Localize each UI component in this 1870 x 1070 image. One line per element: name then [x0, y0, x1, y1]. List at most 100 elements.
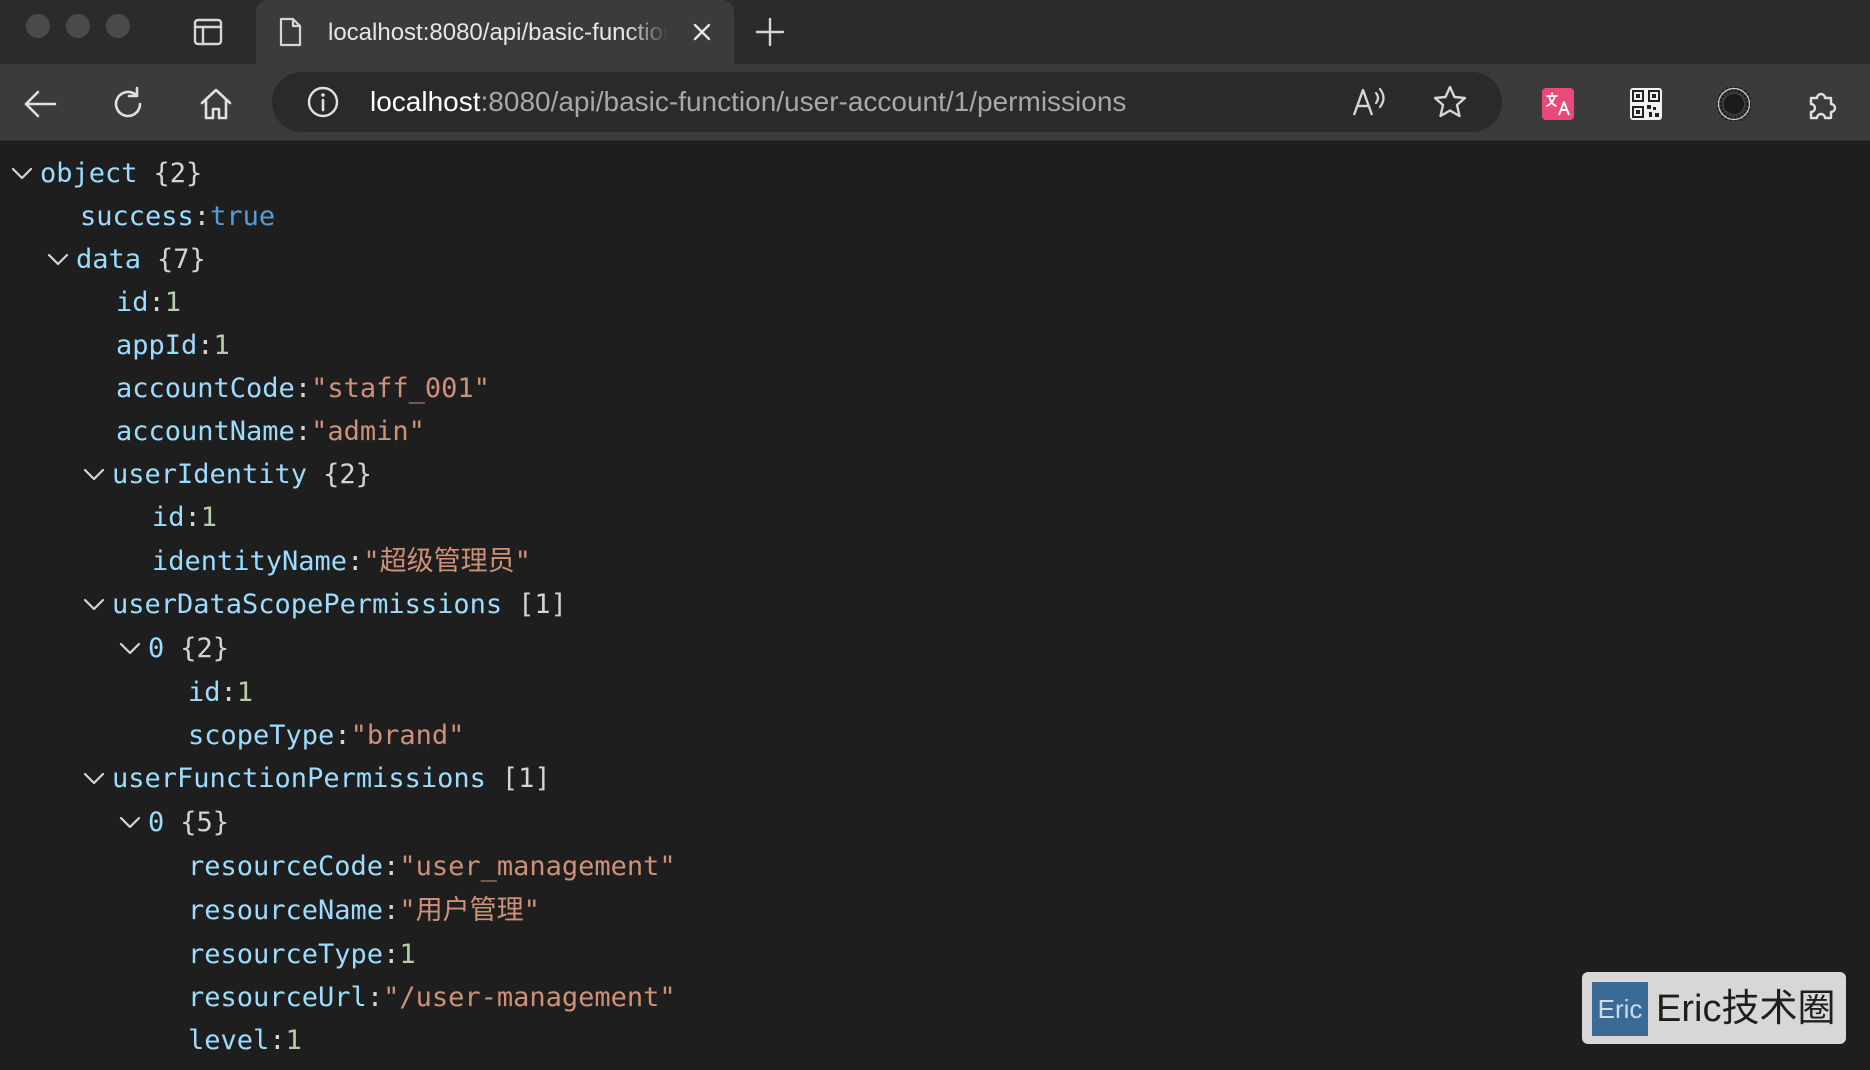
- json-value: "/user-management": [383, 982, 676, 1013]
- tab-title: localhost:8080/api/basic-function/user-a…: [328, 19, 668, 46]
- watermark: Eric Eric技术圈: [1582, 972, 1846, 1044]
- json-field-scope-id: id : 1: [0, 673, 253, 713]
- back-button[interactable]: [20, 84, 60, 124]
- qr-code-extension-button[interactable]: [1626, 84, 1666, 124]
- json-key: accountName: [116, 416, 295, 447]
- json-value: true: [210, 201, 276, 232]
- json-value: "admin": [311, 416, 425, 447]
- json-count: {2}: [323, 459, 372, 490]
- translate-icon: [1542, 88, 1574, 120]
- home-icon: [200, 88, 232, 120]
- json-key: level: [188, 1025, 270, 1056]
- json-count: {5}: [180, 807, 230, 838]
- active-tab[interactable]: localhost:8080/api/basic-function/user-a…: [256, 0, 734, 64]
- chevron-down-icon[interactable]: [76, 585, 112, 625]
- navigation-toolbar: localhost:8080/api/basic-function/user-a…: [0, 64, 1870, 141]
- json-field-scopetype: scopeType : "brand": [0, 716, 464, 756]
- json-key: success: [80, 201, 194, 232]
- minimize-window-button[interactable]: [66, 14, 90, 38]
- json-field-accountname: accountName : "admin": [0, 412, 425, 452]
- extensions-button[interactable]: [1802, 84, 1842, 124]
- json-value: 1: [236, 677, 254, 708]
- dark-mode-extension-button[interactable]: [1714, 84, 1754, 124]
- json-key: userIdentity: [112, 459, 308, 490]
- json-count: {2}: [153, 158, 203, 189]
- tab-actions-icon: [193, 18, 223, 46]
- json-key: resourceName: [188, 895, 384, 926]
- json-key: resourceType: [188, 939, 384, 970]
- json-key: id: [116, 287, 149, 318]
- json-count: [1]: [518, 589, 567, 620]
- json-key: userDataScopePermissions: [112, 589, 503, 620]
- translate-extension-button[interactable]: [1538, 84, 1578, 124]
- json-key: userFunctionPermissions: [112, 763, 486, 794]
- url-path: :8080/api/basic-function/user-account/1/…: [480, 86, 1127, 117]
- json-key: scopeType: [188, 720, 335, 751]
- browser-window: localhost:8080/api/basic-function/user-a…: [0, 0, 1870, 1070]
- json-key: resourceUrl: [188, 982, 367, 1013]
- chevron-down-icon[interactable]: [4, 154, 40, 194]
- chevron-down-icon[interactable]: [76, 455, 112, 495]
- json-value: 1: [213, 330, 230, 361]
- json-key: id: [152, 502, 185, 533]
- json-node-root[interactable]: object {2}: [0, 154, 202, 194]
- url-text[interactable]: localhost:8080/api/basic-function/user-a…: [370, 85, 1126, 119]
- address-bar[interactable]: localhost:8080/api/basic-function/user-a…: [272, 72, 1502, 132]
- json-node-userdatascopepermissions[interactable]: userDataScopePermissions [1]: [0, 585, 567, 625]
- star-icon[interactable]: [1432, 84, 1468, 120]
- zoom-window-button[interactable]: [106, 14, 130, 38]
- json-key: object: [40, 158, 138, 189]
- json-value: "超级管理员": [363, 546, 531, 577]
- json-count: {7}: [157, 244, 206, 275]
- back-arrow-icon: [24, 90, 57, 118]
- tab-actions-button[interactable]: [190, 14, 226, 50]
- json-key: 0: [148, 633, 165, 664]
- json-value: 1: [164, 287, 182, 318]
- json-count: {2}: [180, 633, 230, 664]
- json-field-success: success : true: [0, 197, 275, 237]
- json-value: 1: [399, 939, 416, 970]
- info-icon[interactable]: [306, 85, 340, 119]
- close-window-button[interactable]: [26, 14, 50, 38]
- json-key: data: [76, 244, 142, 275]
- json-node-function-0[interactable]: 0 {5}: [0, 803, 229, 843]
- json-value: "user_management": [399, 851, 676, 882]
- json-node-useridentity[interactable]: userIdentity {2}: [0, 455, 372, 495]
- chevron-down-icon[interactable]: [112, 803, 148, 843]
- plus-icon[interactable]: [752, 14, 788, 50]
- json-field-resourcecode: resourceCode : "user_management": [0, 847, 676, 887]
- dark-mode-icon: [1717, 87, 1751, 121]
- json-key: identityName: [152, 546, 348, 577]
- json-value: "brand": [350, 720, 465, 751]
- read-aloud-icon[interactable]: [1350, 84, 1390, 120]
- json-value: "用户管理": [399, 895, 540, 926]
- json-key: appId: [116, 330, 198, 361]
- json-field-level: level : 1: [0, 1021, 302, 1061]
- json-key: accountCode: [116, 373, 295, 404]
- chevron-down-icon[interactable]: [76, 759, 112, 799]
- refresh-button[interactable]: [108, 84, 148, 124]
- json-value: "staff_001": [311, 373, 490, 404]
- json-viewer: object {2} success : true data {7} id : 1 …: [0, 141, 1870, 1070]
- json-field-resourcetype: resourceType : 1: [0, 935, 416, 975]
- json-count: [1]: [501, 763, 551, 794]
- json-field-accountcode: accountCode : "staff_001": [0, 369, 490, 409]
- tab-bar: localhost:8080/api/basic-function/user-a…: [0, 0, 1870, 64]
- chevron-down-icon[interactable]: [40, 240, 76, 280]
- json-value: 1: [200, 502, 218, 533]
- json-field-resourceurl: resourceUrl : "/user-management": [0, 978, 676, 1018]
- json-field-identity-id: id : 1: [0, 498, 217, 538]
- json-node-userfunctionpermissions[interactable]: userFunctionPermissions [1]: [0, 759, 551, 799]
- puzzle-icon: [1809, 92, 1837, 120]
- json-node-datascope-0[interactable]: 0 {2}: [0, 629, 229, 669]
- qr-code-icon: [1630, 88, 1662, 120]
- page-icon: [279, 17, 302, 47]
- json-field-id: id : 1: [0, 283, 181, 323]
- url-host: localhost: [370, 86, 481, 117]
- json-key: id: [188, 677, 221, 708]
- home-button[interactable]: [196, 84, 236, 124]
- chevron-down-icon[interactable]: [112, 629, 148, 669]
- json-node-data[interactable]: data {7}: [0, 240, 206, 280]
- close-icon[interactable]: [688, 18, 716, 46]
- json-field-resourcename: resourceName : "用户管理": [0, 891, 540, 931]
